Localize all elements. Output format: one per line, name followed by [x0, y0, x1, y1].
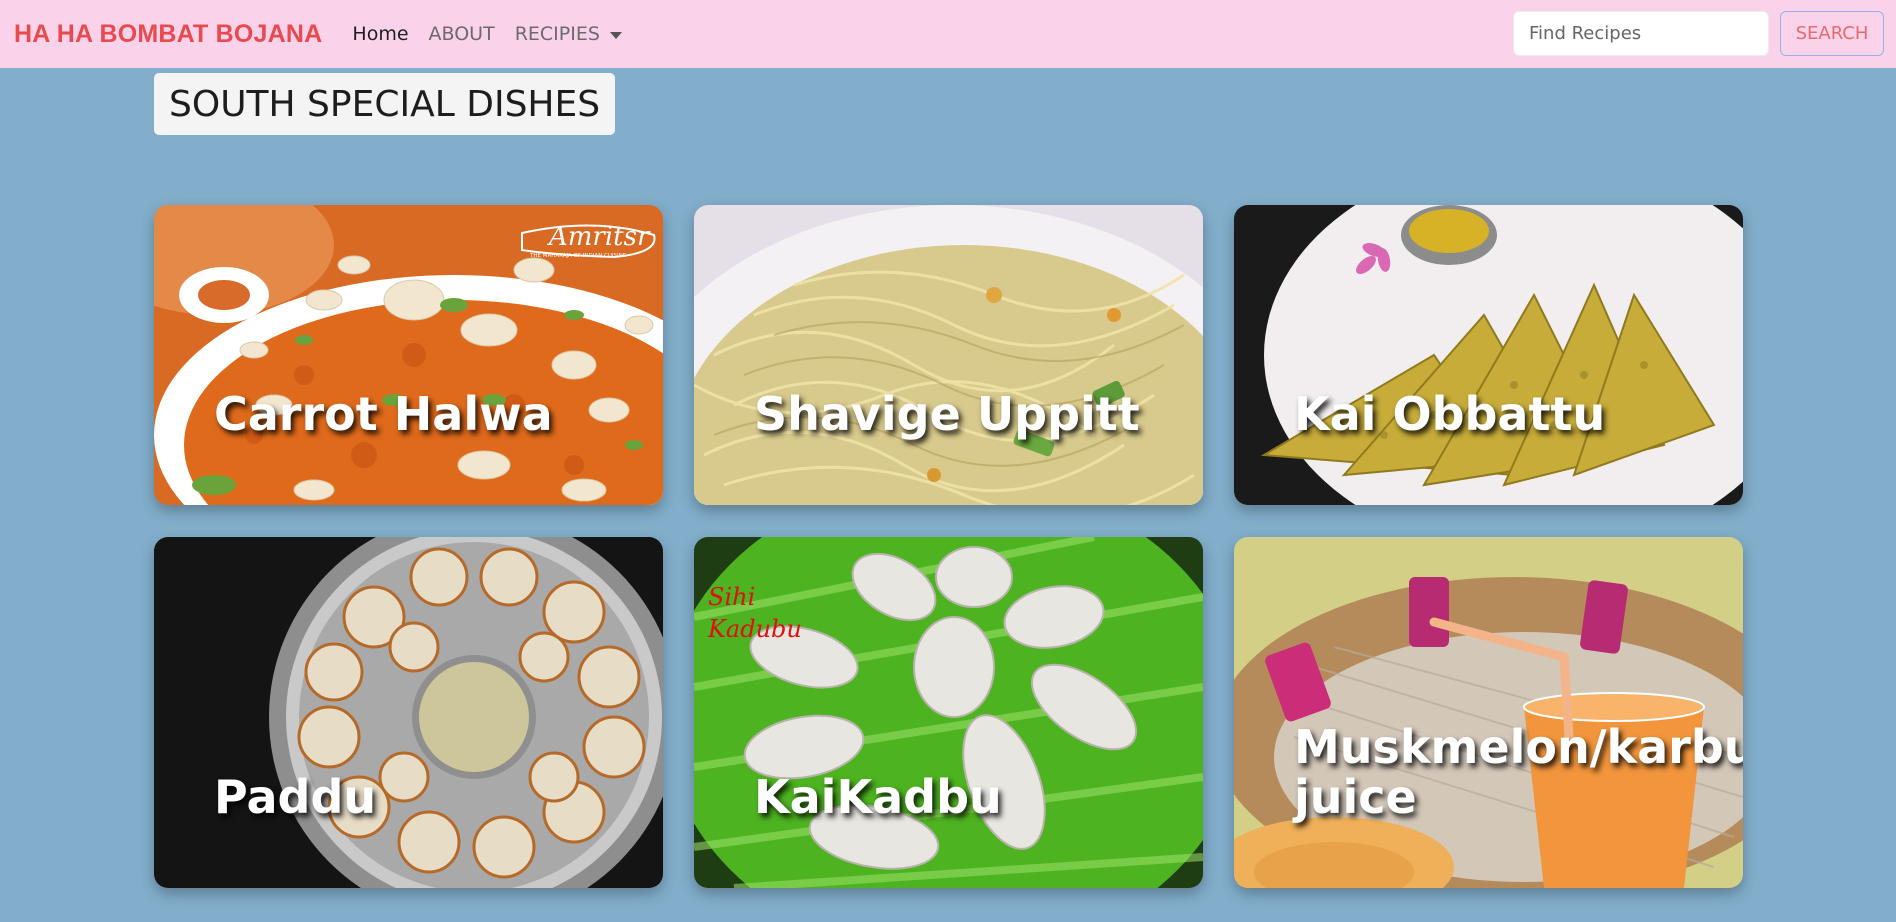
top-navbar: HA HA BOMBAT BOJANA Home ABOUT RECIPIES … [0, 0, 1896, 68]
recipe-card-kaikadbu[interactable]: Sihi Kadubu KaiKadbu [694, 537, 1203, 888]
recipe-card-title: Carrot Halwa [214, 387, 553, 441]
recipe-card-title: Muskmelon/karbuja juice [1294, 720, 1743, 824]
recipe-card-title: Kai Obbattu [1294, 387, 1606, 441]
kaikadbu-watermark-line2: Kadubu [707, 615, 802, 643]
search-input[interactable] [1513, 11, 1769, 56]
recipe-card-kai-obbattu[interactable]: Kai Obbattu [1234, 205, 1743, 505]
nav-recipies-label: RECIPIES [514, 23, 600, 45]
search-form: SEARCH [1513, 11, 1884, 56]
recipe-card-title: Paddu [214, 770, 377, 824]
recipe-card-shavige-uppitt[interactable]: Shavige Uppitt [694, 205, 1203, 505]
recipe-card-paddu[interactable]: Paddu [154, 537, 663, 888]
shavige-uppitt-image [694, 205, 1203, 505]
chevron-down-icon [609, 31, 622, 39]
recipe-card-title: KaiKadbu [754, 770, 1002, 824]
kaikadbu-image: Sihi Kadubu [694, 537, 1203, 888]
nav-about-link[interactable]: ABOUT [429, 23, 495, 45]
recipe-card-muskmelon-juice[interactable]: Muskmelon/karbuja juice [1234, 537, 1743, 888]
kaikadbu-watermark-line1: Sihi [708, 583, 755, 611]
brand-logo[interactable]: HA HA BOMBAT BOJANA [14, 20, 322, 49]
muskmelon-juice-image [1234, 537, 1743, 888]
nav-home-link[interactable]: Home [352, 23, 408, 45]
paddu-image [154, 537, 663, 888]
recipe-card-title: Shavige Uppitt [754, 387, 1140, 441]
nav-recipies-dropdown[interactable]: RECIPIES [515, 23, 622, 45]
carrot-halwa-logo-subtext: THE MAHARAJA OF INDIAN CUISINE [529, 253, 627, 259]
kai-obbattu-image [1234, 205, 1743, 505]
carrot-halwa-logo-text: Amritsr [547, 222, 651, 252]
carrot-halwa-image: Amritsr THE MAHARAJA OF INDIAN CUISINE [154, 205, 663, 505]
search-button[interactable]: SEARCH [1780, 11, 1884, 56]
recipe-card-carrot-halwa[interactable]: Amritsr THE MAHARAJA OF INDIAN CUISINE C… [154, 205, 663, 505]
page-title: SOUTH SPECIAL DISHES [154, 73, 616, 135]
